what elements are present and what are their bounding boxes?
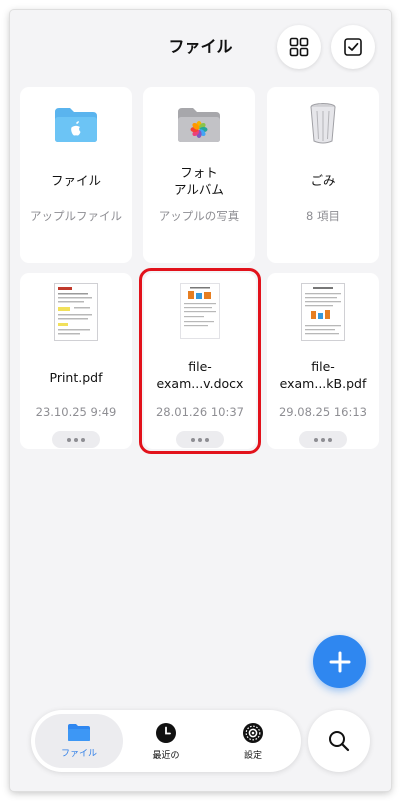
folder-subtitle: 8 項目 bbox=[306, 209, 340, 223]
folder-name: フォト アルバム bbox=[174, 165, 224, 197]
pdf-document-thumbnail bbox=[301, 283, 345, 341]
file-name: file- exam...kB.pdf bbox=[279, 359, 367, 391]
tab-label: ファイル bbox=[60, 749, 97, 759]
folder-name: ファイル bbox=[50, 173, 101, 188]
tab-settings[interactable]: 設定 bbox=[209, 714, 297, 768]
tab-bar: ファイル 最近の 設定 bbox=[31, 710, 301, 772]
file-date: 23.10.25 9:49 bbox=[35, 405, 117, 419]
tab-label: 設定 bbox=[243, 750, 262, 761]
blue-folder-apple-icon bbox=[55, 108, 97, 142]
grid-view-icon bbox=[289, 37, 309, 57]
plus-icon bbox=[329, 651, 350, 672]
more-button[interactable] bbox=[299, 431, 347, 448]
more-button[interactable] bbox=[52, 431, 100, 448]
gray-folder-photos-icon bbox=[178, 108, 220, 142]
select-button[interactable] bbox=[331, 25, 375, 69]
search-icon bbox=[329, 731, 350, 752]
folder-card-photo-album[interactable]: フォト アルバム アップルの写真 bbox=[143, 87, 255, 263]
gear-icon bbox=[243, 722, 263, 743]
trash-bin-icon bbox=[310, 103, 336, 144]
file-name: Print.pdf bbox=[49, 370, 103, 385]
search-button[interactable] bbox=[308, 710, 370, 772]
file-card-print-pdf[interactable]: Print.pdf 23.10.25 9:49 bbox=[20, 273, 132, 449]
grid-view-button[interactable] bbox=[277, 25, 321, 69]
checkbox-select-icon bbox=[344, 38, 362, 56]
add-button[interactable] bbox=[313, 635, 366, 688]
file-card-example-pdf[interactable]: file- exam...kB.pdf 29.08.25 16:13 bbox=[267, 273, 379, 449]
folder-subtitle: アップルの写真 bbox=[158, 209, 240, 223]
selection-highlight bbox=[139, 268, 261, 454]
tab-label: 最近の bbox=[152, 750, 180, 761]
clock-icon bbox=[156, 722, 176, 743]
folder-icon bbox=[68, 724, 90, 741]
folder-name: ごみ bbox=[310, 173, 336, 188]
tab-recent[interactable]: 最近の bbox=[122, 714, 210, 768]
phone-screen: ファイル ファイル アップルファイル フォト アルバム アップルの写真 ごみ 8… bbox=[10, 10, 391, 791]
pdf-document-thumbnail bbox=[54, 283, 98, 341]
folder-card-trash[interactable]: ごみ 8 項目 bbox=[267, 87, 379, 263]
folder-card-files[interactable]: ファイル アップルファイル bbox=[20, 87, 132, 263]
file-date: 29.08.25 16:13 bbox=[278, 405, 367, 419]
tab-files[interactable]: ファイル bbox=[35, 714, 123, 768]
folder-subtitle: アップルファイル bbox=[30, 209, 122, 223]
